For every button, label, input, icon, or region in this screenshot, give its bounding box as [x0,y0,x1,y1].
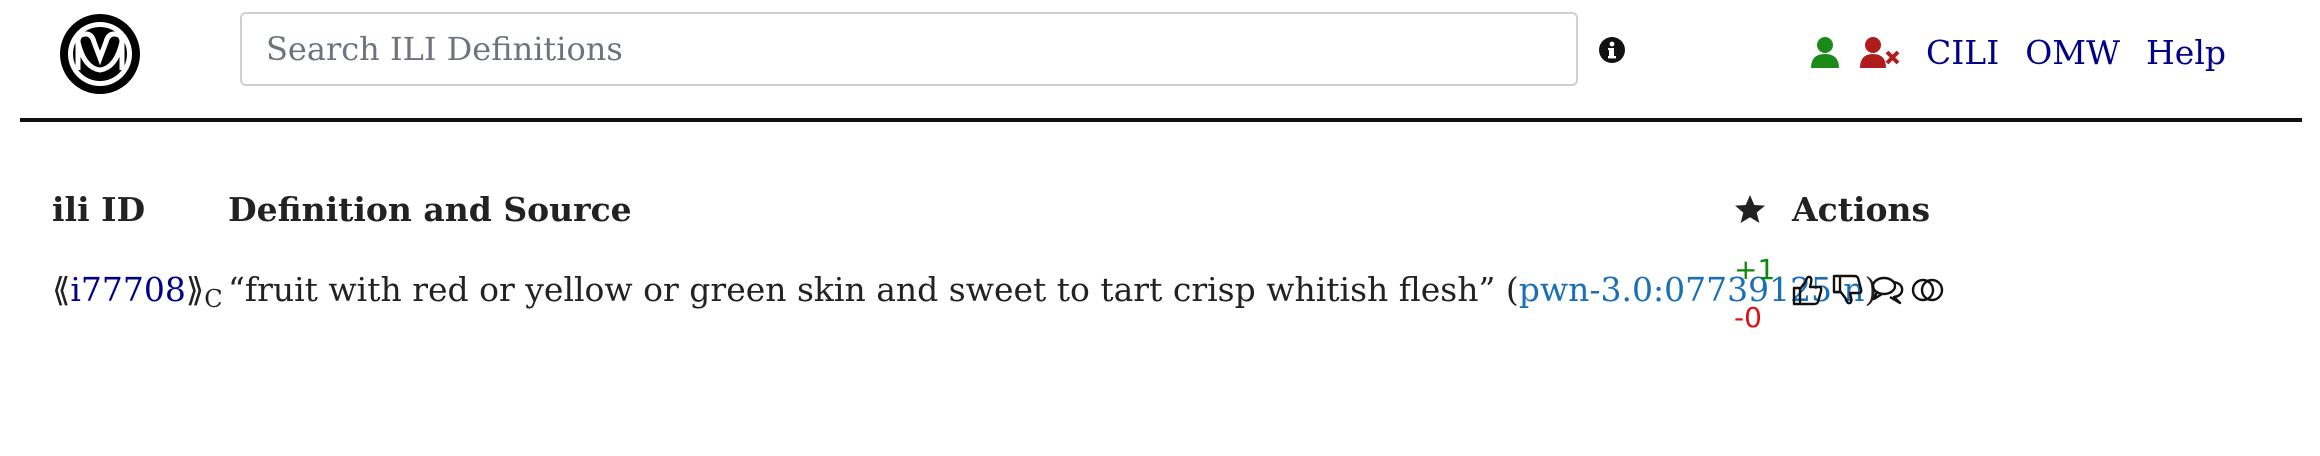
comments-icon[interactable] [1870,272,1906,308]
source-open-paren: ( [1505,270,1519,309]
vote-counts: +1 -0 [1734,246,1775,342]
header-actions: Actions [1792,190,1931,229]
ili-id-cell: ⟪i77708⟫C [52,270,223,313]
thumbs-up-icon[interactable] [1790,272,1826,308]
toggle-icon[interactable] [1910,272,1946,308]
top-nav: CILI OMW Help [1810,22,2252,82]
nav-cili-link[interactable]: CILI [1926,33,1999,72]
omw-logo[interactable] [58,12,142,96]
nav-omw-link[interactable]: OMW [2025,33,2120,72]
header-definition: Definition and Source [228,190,632,229]
search-input[interactable] [242,14,1576,84]
header-ili-id: ili ID [52,190,146,229]
thumbs-down-icon[interactable] [1830,272,1866,308]
definition-text: “fruit with red or yellow or green skin … [228,270,1496,309]
user-icon[interactable] [1810,36,1840,68]
info-circle-icon[interactable] [1598,36,1626,64]
star-icon [1735,195,1765,223]
votes-down: -0 [1734,301,1762,334]
nav-help-link[interactable]: Help [2146,33,2226,72]
definition-cell: “fruit with red or yellow or green skin … [228,270,1877,309]
open-bracket: ⟪ [52,270,71,309]
search-box[interactable] [240,12,1578,86]
row-actions [1790,272,1946,308]
header-divider [20,118,2302,122]
close-bracket: ⟫ [185,270,205,309]
status-badge: C [204,285,223,313]
votes-up: +1 [1734,253,1776,286]
user-times-icon[interactable] [1860,36,1900,68]
ili-id-link[interactable]: i77708 [70,270,186,309]
